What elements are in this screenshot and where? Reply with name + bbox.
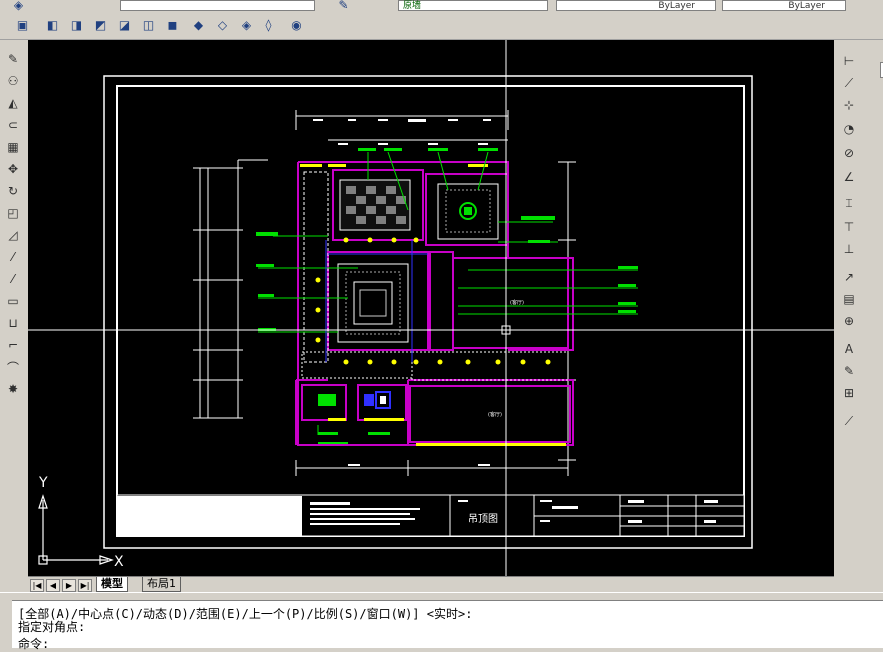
baseline-dim-icon[interactable]: ⊤ <box>840 218 858 236</box>
annotation-leaders <box>258 151 638 435</box>
dimension-toolbar: ⊢ ⟋ ⊹ ◔ ⊘ ∠ ⌶ ⊤ ⊥ ↗ ▤ ⊕ A ✎ ⊞ ⟋ <box>836 40 883 600</box>
drawing-canvas[interactable]: 吊顶图 (客厅) (客厅) Y X <box>28 40 834 576</box>
ceiling-pattern-medallion-1 <box>437 183 499 240</box>
named-views-icon[interactable]: ▣ <box>14 16 31 33</box>
offset-icon[interactable]: ⊂ <box>4 116 22 134</box>
layer-state-combo[interactable] <box>120 0 315 11</box>
dim-edit-icon[interactable]: A <box>840 340 858 358</box>
sw-iso-view-icon[interactable]: ◆ <box>190 16 207 33</box>
trim-icon[interactable]: ⁄ <box>4 248 22 266</box>
mirror-icon[interactable]: ◭ <box>4 94 22 112</box>
aligned-dim-icon[interactable]: ⟋ <box>840 74 858 92</box>
last-tab-button[interactable]: ▶| <box>78 579 92 592</box>
dim-update-icon[interactable]: ⊞ <box>840 384 858 402</box>
scale-icon[interactable]: ◰ <box>4 204 22 222</box>
diameter-dim-icon[interactable]: ⊘ <box>840 144 858 162</box>
command-window-grip[interactable] <box>0 600 12 647</box>
copy-icon[interactable]: ⚇ <box>4 72 22 90</box>
tolerance-icon[interactable]: ▤ <box>840 290 858 308</box>
tab-model[interactable]: 模型 <box>96 577 128 592</box>
se-iso-view-icon[interactable]: ◇ <box>214 16 231 33</box>
erase-icon[interactable]: ✎ <box>4 50 22 68</box>
stretch-icon[interactable]: ◿ <box>4 226 22 244</box>
command-window[interactable]: [全部(A)/中心点(C)/动态(D)/范围(E)/上一个(P)/比例(S)/窗… <box>12 600 883 651</box>
title-block-label: 吊顶图 <box>468 513 498 525</box>
dim-text-edit-icon[interactable]: ✎ <box>840 362 858 380</box>
prev-tab-button[interactable]: ◀ <box>46 579 60 592</box>
ceiling-plan-drawing: 吊顶图 (客厅) (客厅) Y X <box>28 40 834 576</box>
bottom-view-icon[interactable]: ◨ <box>68 16 85 33</box>
ordinate-dim-icon[interactable]: ⊹ <box>840 96 858 114</box>
left-dimensions <box>193 159 268 419</box>
ucs-icon <box>38 494 114 565</box>
bottom-dimensions <box>295 460 569 476</box>
fillet-icon[interactable]: ⌒ <box>4 358 22 376</box>
first-tab-button[interactable]: |◀ <box>30 579 44 592</box>
angular-dim-icon[interactable]: ∠ <box>840 168 858 186</box>
ucs-y-label: Y <box>38 475 48 491</box>
blue-lines <box>325 240 428 362</box>
nw-iso-view-icon[interactable]: ◊ <box>260 16 277 33</box>
tab-layout1[interactable]: 布局1 <box>142 577 181 592</box>
ceiling-pattern-checker <box>339 179 411 231</box>
room-label-2: (客厅) <box>488 411 502 418</box>
properties-toolbar: ◈ ✎ 原墙 ByLayer ByLayer <box>0 0 883 14</box>
leader-icon[interactable]: ↗ <box>840 268 858 286</box>
linear-dim-icon[interactable]: ⊢ <box>840 52 858 70</box>
array-icon[interactable]: ▦ <box>4 138 22 156</box>
top-view-icon[interactable]: ◧ <box>44 16 61 33</box>
join-icon[interactable]: ⊔ <box>4 314 22 332</box>
center-mark-icon[interactable]: ⊕ <box>840 312 858 330</box>
extend-icon[interactable]: ⁄ <box>4 270 22 288</box>
back-view-icon[interactable]: ◼ <box>164 16 181 33</box>
linetype-combo[interactable]: ByLayer <box>722 0 846 11</box>
modify-toolbar: ✎ ⚇ ◭ ⊂ ▦ ✥ ↻ ◰ ◿ ⁄ ⁄ ▭ ⊔ ⌐ ⌒ ✸ <box>0 40 26 576</box>
top-dim-labels <box>313 119 491 145</box>
layer-previous-icon[interactable]: ✎ <box>335 0 352 13</box>
layer-combo[interactable]: 原墙 <box>398 0 548 11</box>
layout-tabs-bar: |◀ ◀ ▶ ▶| 模型 布局1 <box>28 576 834 592</box>
ne-iso-view-icon[interactable]: ◈ <box>238 16 255 33</box>
rotate-icon[interactable]: ↻ <box>4 182 22 200</box>
room-label-1: (客厅) <box>510 299 524 306</box>
chamfer-icon[interactable]: ⌐ <box>4 336 22 354</box>
camera-icon[interactable]: ◉ <box>288 16 305 33</box>
front-view-icon[interactable]: ◫ <box>140 16 157 33</box>
view-toolbar: ▣ ◧ ◨ ◩ ◪ ◫ ◼ ◆ ◇ ◈ ◊ ◉ <box>0 13 883 40</box>
title-block <box>116 494 745 537</box>
break-icon[interactable]: ▭ <box>4 292 22 310</box>
dim-style-icon[interactable]: ⟋ <box>840 412 858 430</box>
command-history-line-1: [全部(A)/中心点(C)/动态(D)/范围(E)/上一个(P)/比例(S)/窗… <box>18 607 473 621</box>
layer-manager-icon[interactable]: ◈ <box>10 0 27 13</box>
annotation-labels <box>256 148 638 444</box>
command-prompt[interactable]: 命令: <box>18 635 49 652</box>
bathroom-fixtures <box>318 391 391 409</box>
ucs-x-label: X <box>114 554 124 570</box>
continue-dim-icon[interactable]: ⊥ <box>840 240 858 258</box>
top-dimensions <box>295 110 509 141</box>
radius-dim-icon[interactable]: ◔ <box>840 120 858 138</box>
color-combo[interactable]: ByLayer <box>556 0 716 11</box>
move-icon[interactable]: ✥ <box>4 160 22 178</box>
left-view-icon[interactable]: ◩ <box>92 16 109 33</box>
command-history-line-2: 指定对角点: <box>18 620 86 634</box>
next-tab-button[interactable]: ▶ <box>62 579 76 592</box>
explode-icon[interactable]: ✸ <box>4 380 22 398</box>
right-view-icon[interactable]: ◪ <box>116 16 133 33</box>
quick-dim-icon[interactable]: ⌶ <box>840 194 858 212</box>
